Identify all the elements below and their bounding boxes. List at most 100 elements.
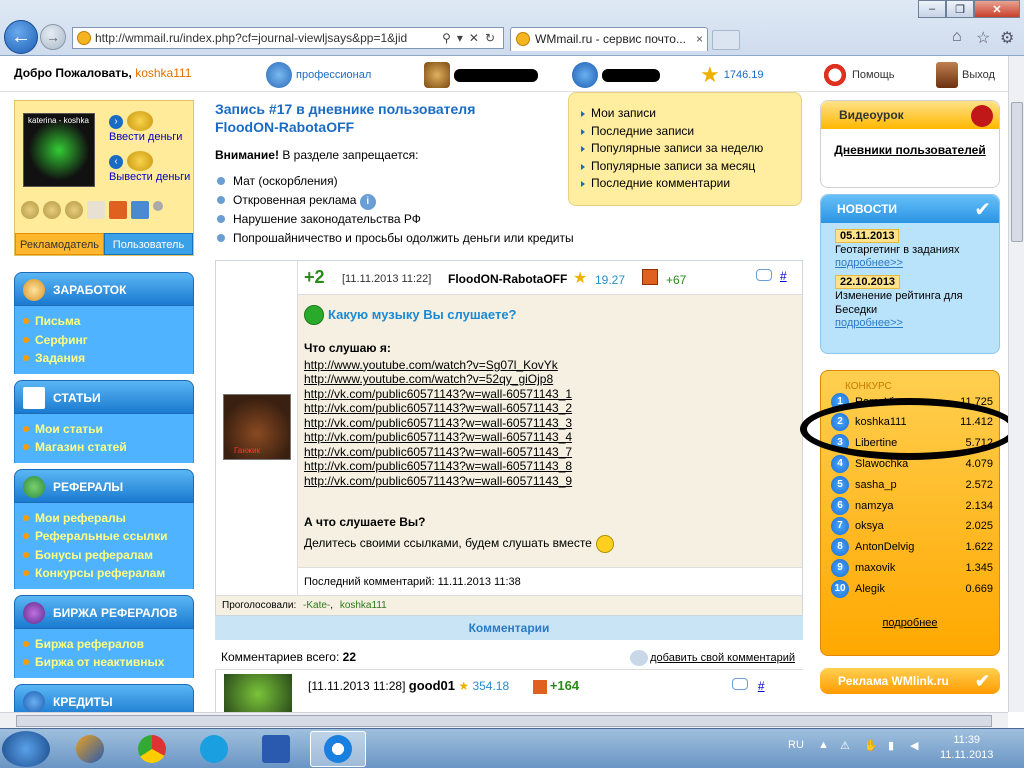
minimize-button[interactable]: – bbox=[918, 0, 946, 18]
show-hidden-icons[interactable]: ▲ bbox=[818, 739, 829, 751]
back-button[interactable]: ← bbox=[4, 20, 38, 54]
home-icon[interactable]: ⌂ bbox=[952, 28, 962, 46]
comment-permalink[interactable]: # bbox=[758, 679, 765, 693]
post-permalink[interactable]: # bbox=[780, 269, 787, 283]
music-link[interactable]: http://vk.com/public60571143?w=wall-6057… bbox=[304, 445, 572, 460]
logout-link[interactable]: Выход bbox=[936, 60, 995, 90]
hand-icon[interactable]: ✋ bbox=[864, 739, 878, 752]
commenter-avatar[interactable] bbox=[224, 674, 292, 714]
menu-item-inactive-exchange[interactable]: Биржа от неактивных bbox=[23, 653, 185, 672]
warning-icon[interactable]: ⚠ bbox=[840, 739, 850, 752]
address-bar[interactable]: http://wmmail.ru/index.php?cf=journal-vi… bbox=[72, 27, 504, 49]
music-link[interactable]: http://vk.com/public60571143?w=wall-6057… bbox=[304, 474, 572, 489]
contest-user[interactable]: Alegik bbox=[855, 583, 965, 595]
contest-row[interactable]: 10 Alegik 0.669 bbox=[831, 578, 993, 599]
vertical-scrollbar[interactable] bbox=[1008, 56, 1024, 712]
contest-user[interactable]: namzya bbox=[855, 500, 965, 512]
menu-item-article-shop[interactable]: Магазин статей bbox=[23, 438, 185, 457]
scroll-thumb[interactable] bbox=[16, 715, 992, 727]
voter-link[interactable]: -Kate- bbox=[303, 600, 330, 611]
news-more-link[interactable]: подробнее>> bbox=[821, 317, 999, 329]
contest-row[interactable]: 9 maxovik 1.345 bbox=[831, 557, 993, 578]
menu-header-ref-exchange[interactable]: БИРЖА РЕФЕРАЛОВ bbox=[14, 594, 194, 629]
news-more-link[interactable]: подробнее>> bbox=[821, 257, 999, 269]
favorites-star-icon[interactable]: ☆ bbox=[976, 28, 990, 48]
music-link[interactable]: http://www.youtube.com/watch?v=52qy_giOj… bbox=[304, 372, 572, 387]
contest-user[interactable]: oksya bbox=[855, 520, 965, 532]
contest-more-link[interactable]: подробнее bbox=[821, 617, 999, 629]
contest-user[interactable]: AntonDelvig bbox=[855, 541, 965, 553]
video-link[interactable]: Дневники пользователей bbox=[821, 143, 999, 157]
tab-close-icon[interactable]: × bbox=[696, 28, 703, 50]
contest-row[interactable]: 6 namzya 2.134 bbox=[831, 495, 993, 516]
tab-user[interactable]: Пользователь bbox=[104, 233, 193, 255]
taskbar-app-word[interactable] bbox=[248, 731, 304, 767]
contest-row[interactable]: 7 oksya 2.025 bbox=[831, 516, 993, 537]
menu-item-tasks[interactable]: Задания bbox=[23, 349, 185, 368]
browser-tab[interactable]: WMmail.ru - сервис почто... × bbox=[510, 27, 708, 51]
vote-count[interactable]: +2 bbox=[304, 267, 325, 288]
help-link[interactable]: Помощь bbox=[822, 60, 895, 90]
music-link[interactable]: http://vk.com/public60571143?w=wall-6057… bbox=[304, 430, 572, 445]
volume-icon[interactable]: ◀ bbox=[910, 739, 918, 752]
music-link[interactable]: http://vk.com/public60571143?w=wall-6057… bbox=[304, 401, 572, 416]
menu-header-articles[interactable]: СТАТЬИ bbox=[14, 379, 194, 414]
taskbar-app-webmoney[interactable] bbox=[62, 731, 118, 767]
credit-item[interactable] bbox=[572, 60, 660, 90]
network-icon[interactable]: ▮ bbox=[888, 739, 894, 752]
quicklink-my-posts[interactable]: Мои записи bbox=[581, 105, 791, 123]
gear-icon[interactable]: ⚙ bbox=[1000, 28, 1014, 48]
info-icon[interactable]: i bbox=[359, 194, 376, 210]
tab-advertiser[interactable]: Рекламодатель bbox=[15, 233, 104, 255]
rating-item[interactable]: ★ 1746.19 bbox=[700, 60, 764, 90]
wmlink-ad-button[interactable]: Реклама WMlink.ru ✔ bbox=[820, 668, 1000, 694]
taskbar-app-skype[interactable] bbox=[186, 731, 242, 767]
comment-author[interactable]: good01 bbox=[409, 678, 455, 693]
voter-link[interactable]: koshka111 bbox=[340, 600, 387, 611]
forward-button[interactable]: → bbox=[40, 24, 66, 50]
music-link[interactable]: http://vk.com/public60571143?w=wall-6057… bbox=[304, 416, 572, 431]
menu-item-ref-bonuses[interactable]: Бонусы рефералам bbox=[23, 546, 185, 565]
withdraw-label[interactable]: Вывести деньги bbox=[109, 171, 190, 183]
quicklink-popular-week[interactable]: Популярные записи за неделю bbox=[581, 140, 791, 158]
menu-item-ref-exchange[interactable]: Биржа рефералов bbox=[23, 635, 185, 654]
taskbar-app-ie[interactable] bbox=[310, 731, 366, 767]
music-link[interactable]: http://vk.com/public60571143?w=wall-6057… bbox=[304, 387, 572, 402]
scroll-thumb[interactable] bbox=[1011, 102, 1023, 242]
play-icon[interactable] bbox=[971, 105, 993, 127]
menu-item-ref-contests[interactable]: Конкурсы рефералам bbox=[23, 564, 185, 583]
address-controls[interactable]: ⚲▾✕↻ bbox=[438, 28, 501, 48]
menu-item-my-articles[interactable]: Мои статьи bbox=[23, 420, 185, 439]
contest-row[interactable]: 5 sasha_p 2.572 bbox=[831, 474, 993, 495]
contest-user[interactable]: maxovik bbox=[855, 562, 965, 574]
deposit-link[interactable]: › Ввести деньги bbox=[109, 111, 182, 143]
comment-bubble-icon[interactable] bbox=[756, 269, 772, 281]
menu-item-ref-links[interactable]: Реферальные ссылки bbox=[23, 527, 185, 546]
horizontal-scrollbar[interactable] bbox=[0, 712, 1008, 728]
menu-item-surfing[interactable]: Серфинг bbox=[23, 331, 185, 350]
music-link[interactable]: http://vk.com/public60571143?w=wall-6057… bbox=[304, 459, 572, 474]
close-window-button[interactable]: ✕ bbox=[974, 0, 1020, 18]
user-avatar[interactable]: katerina - koshka bbox=[23, 113, 95, 187]
comment-bubble-icon[interactable] bbox=[732, 678, 749, 690]
quicklink-latest-posts[interactable]: Последние записи bbox=[581, 123, 791, 141]
menu-header-earnings[interactable]: ЗАРАБОТОК bbox=[14, 272, 194, 306]
new-tab-button[interactable] bbox=[712, 30, 740, 50]
music-link[interactable]: http://www.youtube.com/watch?v=Sg07l_Kov… bbox=[304, 358, 572, 373]
language-indicator[interactable]: RU bbox=[788, 739, 804, 751]
quicklink-latest-comments[interactable]: Последние комментарии bbox=[581, 175, 791, 193]
deposit-label[interactable]: Ввести деньги bbox=[109, 131, 182, 143]
add-comment-link[interactable]: добавить свой комментарий bbox=[630, 650, 795, 666]
withdraw-link[interactable]: ‹ Вывести деньги bbox=[109, 151, 190, 183]
settings-icon[interactable] bbox=[153, 201, 163, 211]
quicklink-popular-month[interactable]: Популярные записи за месяц bbox=[581, 158, 791, 176]
clock[interactable]: 11:39 11.11.2013 bbox=[940, 733, 993, 763]
wallet-item[interactable] bbox=[424, 60, 538, 90]
menu-header-referrals[interactable]: РЕФЕРАЛЫ bbox=[14, 468, 194, 503]
post-author[interactable]: FloodON-RabotaOFF bbox=[448, 272, 567, 286]
author-avatar[interactable]: Ганжик bbox=[223, 394, 291, 460]
menu-item-my-referrals[interactable]: Мои рефералы bbox=[23, 509, 185, 528]
taskbar-app-chrome[interactable] bbox=[124, 731, 180, 767]
contest-user[interactable]: sasha_p bbox=[855, 479, 965, 491]
username-link[interactable]: koshka111 bbox=[135, 66, 191, 80]
